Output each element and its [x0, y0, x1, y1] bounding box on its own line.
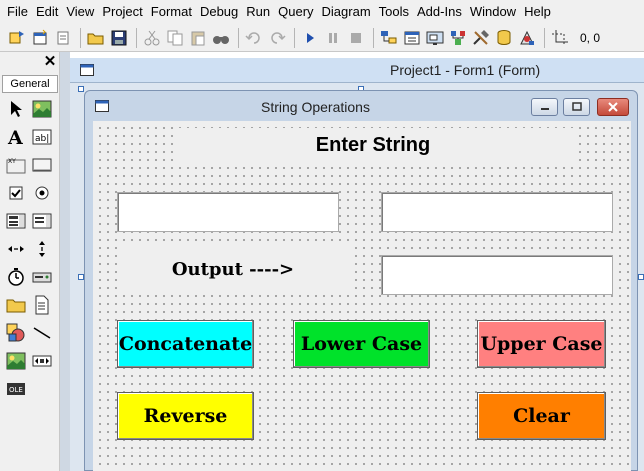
form-designer-icon [80, 64, 94, 79]
line-tool-icon[interactable] [31, 322, 53, 344]
object-browser-icon[interactable] [449, 29, 467, 47]
maximize-icon [571, 102, 582, 111]
ole-tool-icon[interactable]: OLE [5, 378, 27, 400]
menu-help[interactable]: Help [521, 2, 554, 22]
reverse-button[interactable]: Reverse [117, 392, 254, 440]
close-icon [608, 102, 618, 112]
checkbox-tool-icon[interactable] [5, 182, 27, 204]
vb6-ide-window: File Edit View Project Format Debug Run … [0, 0, 644, 471]
redo-icon[interactable] [268, 29, 286, 47]
menu-project[interactable]: Project [99, 2, 145, 22]
mdi-border [60, 52, 70, 471]
menu-bar: File Edit View Project Format Debug Run … [0, 0, 644, 24]
add-form-icon[interactable] [31, 29, 49, 47]
toolbox-icon[interactable] [472, 29, 490, 47]
form-icon [95, 100, 109, 115]
menu-run[interactable]: Run [243, 2, 273, 22]
add-project-icon[interactable] [8, 29, 26, 47]
data-control-tool-icon[interactable] [31, 350, 53, 372]
frame-tool-icon[interactable]: XY [5, 154, 27, 176]
enter-string-label: Enter String [173, 128, 573, 163]
commandbutton-tool-icon[interactable] [31, 154, 53, 176]
output-label: Output ----> [117, 246, 349, 292]
menu-add-ins[interactable]: Add-Ins [414, 2, 465, 22]
toolbar-separator [238, 27, 239, 48]
close-icon[interactable]: ✕ [42, 54, 58, 70]
form-title: String Operations [261, 99, 370, 115]
data-view-icon[interactable] [495, 29, 513, 47]
toolbar-separator [544, 27, 545, 48]
project-explorer-icon[interactable] [380, 29, 398, 47]
image-tool-icon[interactable] [5, 350, 27, 372]
position-indicator-icon [551, 29, 569, 47]
filelistbox-tool-icon[interactable] [31, 294, 53, 316]
combobox-tool-icon[interactable] [5, 210, 27, 232]
cut-icon[interactable] [143, 29, 161, 47]
textbox-tool-icon[interactable]: ab| [31, 126, 53, 148]
svg-text:ab|: ab| [35, 134, 49, 144]
svg-text:A: A [7, 127, 23, 147]
toolbox-panel: ✕ General A ab| XY OLE [0, 52, 60, 471]
output-textbox[interactable] [381, 255, 613, 295]
resize-handle[interactable] [638, 274, 644, 280]
string2-input[interactable] [381, 192, 613, 232]
properties-window-icon[interactable] [403, 29, 421, 47]
clear-button[interactable]: Clear [477, 392, 606, 440]
menu-query[interactable]: Query [275, 2, 316, 22]
drivelistbox-tool-icon[interactable] [31, 266, 53, 288]
menu-window[interactable]: Window [467, 2, 519, 22]
paste-icon[interactable] [189, 29, 207, 47]
concatenate-button[interactable]: Concatenate [117, 320, 254, 368]
minimize-icon [540, 108, 549, 110]
form-client-area: Enter String Output ----> Concatenate Lo… [93, 121, 631, 471]
position-readout: 0, 0 [580, 30, 601, 45]
toolbar-separator [373, 27, 374, 48]
picturebox-tool-icon[interactable] [31, 98, 53, 120]
menu-editor-icon[interactable] [54, 29, 72, 47]
pointer-tool-icon[interactable] [5, 98, 27, 120]
optionbutton-tool-icon[interactable] [31, 182, 53, 204]
listbox-tool-icon[interactable] [31, 210, 53, 232]
menu-format[interactable]: Format [148, 2, 195, 22]
menu-debug[interactable]: Debug [197, 2, 241, 22]
lower-case-button[interactable]: Lower Case [293, 320, 430, 368]
toolbar-separator [80, 27, 81, 48]
save-icon[interactable] [110, 29, 128, 47]
visual-component-manager-icon[interactable] [518, 29, 536, 47]
shape-tool-icon[interactable] [5, 322, 27, 344]
end-icon[interactable] [347, 29, 365, 47]
menu-tools[interactable]: Tools [376, 2, 412, 22]
dirlistbox-tool-icon[interactable] [5, 294, 27, 316]
menu-diagram[interactable]: Diagram [319, 2, 374, 22]
hscrollbar-tool-icon[interactable] [5, 238, 27, 260]
form-layout-icon[interactable] [426, 29, 444, 47]
toolbar-separator [294, 27, 295, 48]
svg-text:XY: XY [8, 158, 16, 165]
string1-input[interactable] [117, 192, 339, 232]
label-tool-icon[interactable]: A [5, 126, 27, 148]
toolbox-tab-general[interactable]: General [2, 75, 58, 93]
form-designer-titlebar[interactable]: Project1 - Form1 (Form) [70, 58, 644, 83]
open-folder-icon[interactable] [87, 29, 105, 47]
close-button[interactable] [597, 98, 629, 116]
undo-icon[interactable] [245, 29, 263, 47]
start-icon[interactable] [301, 29, 319, 47]
vscrollbar-tool-icon[interactable] [31, 238, 53, 260]
resize-handle[interactable] [78, 86, 84, 92]
upper-case-button[interactable]: Upper Case [477, 320, 606, 368]
break-icon[interactable] [324, 29, 342, 47]
find-icon[interactable] [212, 29, 230, 47]
menu-edit[interactable]: Edit [33, 2, 61, 22]
svg-text:OLE: OLE [9, 386, 23, 394]
copy-icon[interactable] [166, 29, 184, 47]
form-window[interactable]: String Operations Enter String Output --… [84, 90, 638, 471]
maximize-button[interactable] [563, 98, 590, 116]
menu-view[interactable]: View [63, 2, 97, 22]
timer-tool-icon[interactable] [5, 266, 27, 288]
form-designer-title: Project1 - Form1 (Form) [390, 62, 541, 78]
menu-file[interactable]: File [4, 2, 31, 22]
minimize-button[interactable] [531, 98, 558, 116]
toolbar-separator [136, 27, 137, 48]
standard-toolbar: 0, 0 [0, 24, 644, 52]
